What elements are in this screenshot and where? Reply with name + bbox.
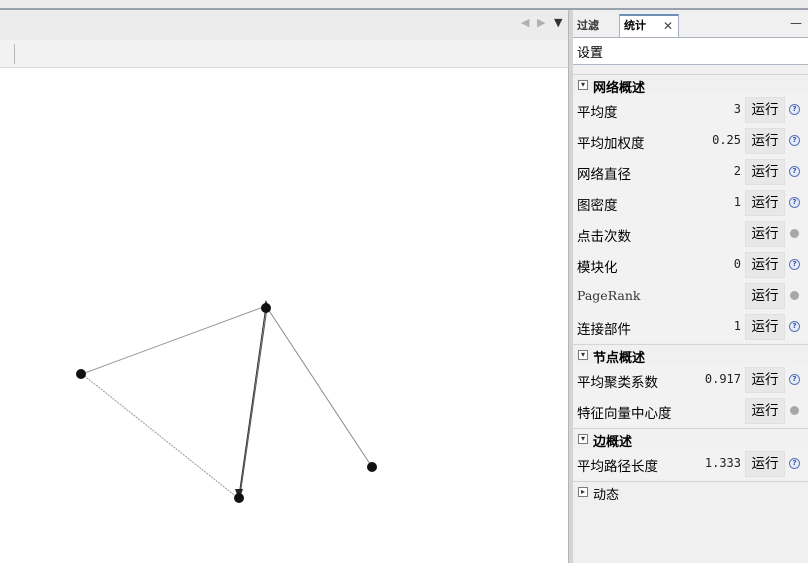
stat-label: PageRank [577,288,641,303]
stat-label: 平均度 [577,105,618,121]
run-button[interactable]: 运行 [745,190,785,216]
help-icon[interactable]: ? [789,104,800,115]
stat-value: 0.25 [712,133,741,147]
stat-label: 特征向量中心度 [577,406,672,422]
stat-row: 模块化 0 运行 ? [573,249,808,280]
tab-statistics-label: 统计 [624,19,646,32]
help-icon[interactable]: ? [789,197,800,208]
top-strip [0,0,808,10]
run-button[interactable]: 运行 [745,97,785,123]
graph-node[interactable] [367,462,377,472]
edge-n1-n3 [238,305,267,497]
stat-row: 图密度 1 运行 ? [573,187,808,218]
graph-node[interactable] [261,303,271,313]
tab-filter[interactable]: 过滤 [573,16,603,36]
stat-row: 平均路径长度 1.333 运行 ? [573,448,808,479]
stat-value: 1.333 [704,456,741,470]
run-button[interactable]: 运行 [745,367,785,393]
run-button[interactable]: 运行 [745,283,785,309]
graph-svg[interactable] [0,68,568,563]
section-edge-overview[interactable]: ▾ 边概述 [573,428,808,450]
run-button[interactable]: 运行 [745,128,785,154]
minimize-icon[interactable]: — [790,16,802,30]
settings-label[interactable]: 设置 [577,42,603,61]
status-dot-icon [790,406,799,415]
help-icon[interactable]: ? [789,135,800,146]
graph-node[interactable] [234,493,244,503]
stat-row: 平均度 3 运行 ? [573,94,808,125]
stat-label: 点击次数 [577,229,631,245]
graph-view: ◀ ▶ ▼ [0,10,568,563]
run-button[interactable]: 运行 [745,221,785,247]
help-icon[interactable]: ? [789,259,800,270]
stat-row: 连接部件 1 运行 ? [573,311,808,342]
stat-row: 点击次数 运行 [573,218,808,249]
edge-n2-n1 [81,305,267,375]
panel-tabs: 过滤 统计 ✕ — [573,14,808,38]
section-node-overview[interactable]: ▾ 节点概述 [573,344,808,366]
expand-icon[interactable]: ▸ [578,487,588,497]
stat-label: 平均聚类系数 [577,375,658,391]
nav-menu-icon[interactable]: ▼ [554,16,562,30]
stat-value: 1 [733,319,741,333]
stat-row: 平均加权度 0.25 运行 ? [573,125,808,156]
stat-label: 图密度 [577,198,618,214]
graph-view-header: ◀ ▶ ▼ [0,10,568,41]
stat-value: 2 [733,164,741,178]
statistics-panel: 过滤 统计 ✕ — 设置 ▾ 网络概述 平均度 3 运行 ? 平均加权度 0.2… [573,10,808,563]
nav-prev-icon[interactable]: ◀ [521,16,529,30]
section-dynamic[interactable]: ▸ 动态 [573,481,808,503]
close-icon[interactable]: ✕ [663,16,673,36]
edge-n3-n1 [239,307,268,497]
status-dot-icon [790,291,799,300]
tab-filter-label: 过滤 [577,19,599,32]
run-button[interactable]: 运行 [745,314,785,340]
help-icon[interactable]: ? [789,166,800,177]
graph-node[interactable] [76,369,86,379]
stat-value: 3 [733,102,741,116]
stat-label: 平均加权度 [577,136,645,152]
stat-row: PageRank 运行 [573,280,808,311]
stat-row: 平均聚类系数 0.917 运行 ? [573,364,808,395]
status-dot-icon [790,229,799,238]
run-button[interactable]: 运行 [745,159,785,185]
stat-row: 网络直径 2 运行 ? [573,156,808,187]
stat-row: 特征向量中心度 运行 [573,395,808,426]
section-title: 动态 [593,488,620,503]
graph-canvas[interactable] [0,68,568,563]
stat-value: 0.917 [704,372,741,386]
stat-value: 1 [733,195,741,209]
tab-statistics[interactable]: 统计 ✕ [619,14,679,37]
run-button[interactable]: 运行 [745,451,785,477]
edge-n2-n3 [81,373,239,499]
collapse-icon[interactable]: ▾ [578,80,588,90]
run-button[interactable]: 运行 [745,252,785,278]
settings-bar[interactable]: 设置 [573,38,808,65]
edge-n1-n4 [265,305,373,468]
stat-label: 模块化 [577,260,618,276]
collapse-icon[interactable]: ▾ [578,434,588,444]
stat-value: 0 [733,257,741,271]
graph-toolbar [0,40,568,68]
section-network-overview[interactable]: ▾ 网络概述 [573,74,808,96]
collapse-icon[interactable]: ▾ [578,350,588,360]
help-icon[interactable]: ? [789,321,800,332]
stat-label: 平均路径长度 [577,459,658,475]
run-button[interactable]: 运行 [745,398,785,424]
stat-label: 网络直径 [577,167,631,183]
help-icon[interactable]: ? [789,458,800,469]
stat-label: 连接部件 [577,322,631,338]
nav-next-icon[interactable]: ▶ [537,16,545,30]
help-icon[interactable]: ? [789,374,800,385]
toolbar-separator [14,44,15,64]
